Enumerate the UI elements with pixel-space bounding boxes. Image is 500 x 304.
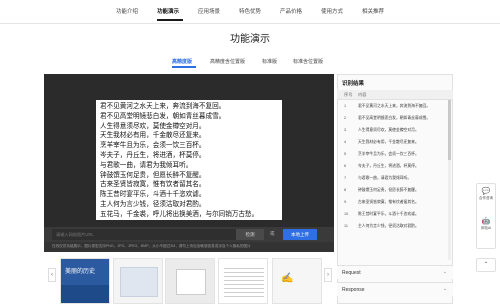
nav-item-usage[interactable]: 使用方式 (321, 7, 343, 15)
table-row: 7 与君歌一曲，请君为我倾耳听。 (344, 176, 412, 180)
tab-standard[interactable]: 标准版 (262, 58, 277, 65)
doc-line: 主人何为言少钱，径须沽取对君酌。 (100, 200, 206, 208)
back-to-top-button[interactable]: ⌃ (476, 258, 496, 272)
doc-line: 君不见黄河之水天上来，奔流到海不复回。 (100, 103, 226, 110)
table-row: 3 人生得意须尽欢，莫使金樽空对月。 (344, 128, 419, 132)
nav-item-pricing[interactable]: 产品价格 (280, 7, 302, 15)
nav-item-demo[interactable]: 功能演示 (157, 7, 179, 15)
thumb-next-button[interactable]: › (324, 268, 332, 282)
col-no-header: 序号 (344, 92, 353, 97)
request-label: Request (342, 270, 361, 276)
thumb-prev-button[interactable]: ‹ (48, 268, 56, 282)
upload-hint: 在线仅供功能展示，图片类型支持PNG、JPG、JPEG、BMP，大小不超过3M，… (52, 244, 251, 248)
nav-item-scenarios[interactable]: 应用场景 (198, 7, 220, 15)
image-url-input[interactable] (52, 229, 236, 240)
doc-line: 人生得意须尽欢，莫使金樽空对月。 (100, 122, 206, 130)
table-row: 9 古来圣贤皆寂寞，惟有饮者留其名。 (344, 200, 419, 204)
sample-thumbnail[interactable]: ✍ (272, 258, 322, 304)
chevron-down-icon: ⌄ (442, 286, 447, 292)
doc-line: 岑夫子，丹丘生，将进酒，杯莫停。 (100, 151, 206, 159)
doc-line: 与君歌一曲，请君为我倾耳听。 (100, 161, 193, 169)
response-label: Response (342, 287, 365, 293)
try-ai-button[interactable]: 🤖 体验AI (476, 218, 496, 230)
chat-icon: 💬 (481, 188, 491, 195)
consult-button[interactable]: 💬 合作咨询 (476, 188, 496, 200)
table-row: 5 烹羊宰牛且为乐，会须一饮三百杯。 (344, 152, 419, 156)
table-row: 1 君不见黄河之水天上来，奔流到海不复回。 (344, 104, 431, 108)
doc-line: 五花马，千金裘，呼儿将出换美酒，与尔同销万古愁。 (100, 210, 259, 218)
sample-thumbnail[interactable] (218, 258, 268, 304)
nav-item-features[interactable]: 功能介绍 (116, 7, 138, 15)
doc-line: 君不见高堂明镜悲白发，朝如青丝暮成雪。 (100, 112, 226, 120)
nav-item-advantages[interactable]: 特色优势 (239, 7, 261, 15)
page-title: 功能演示 (230, 34, 270, 45)
table-row: 4 天生我材必有用，千金散尽还复来。 (344, 140, 419, 144)
tab-high-precision-location[interactable]: 高精度含位置版 (210, 58, 245, 65)
doc-line: 古来圣贤皆寂寞，惟有饮者留其名。 (100, 181, 206, 189)
robot-icon: 🤖 (481, 218, 491, 225)
local-upload-button[interactable]: 本地上传 (283, 229, 317, 240)
table-row: 8 钟鼓馔玉何足贵，但愿长醉不复醒。 (344, 188, 419, 192)
result-title: 识别结果 (342, 81, 365, 87)
table-row: 6 岑夫子，丹丘生，将进酒，杯莫停。 (344, 164, 419, 168)
arrow-up-icon: ⌃ (483, 262, 489, 268)
result-scrollbar-thumb[interactable] (448, 100, 451, 160)
tab-high-precision[interactable]: 高精度版 (172, 58, 192, 65)
doc-line: 钟鼓馔玉何足贵，但愿长醉不复醒。 (100, 171, 206, 179)
doc-line: 天生我材必有用，千金散尽还复来。 (100, 132, 206, 140)
doc-line: 陈王昔时宴平乐，斗酒十千恣欢谑。 (100, 191, 206, 199)
result-table-header: 序号 内容 (337, 90, 453, 100)
doc-line: 烹羊宰牛且为乐，会须一饮三百杯。 (100, 142, 206, 150)
chevron-down-icon: ⌄ (442, 269, 447, 275)
table-row: 2 君不见高堂明镜悲白发，朝如青丝暮成雪。 (344, 116, 431, 120)
thumbnail-title: 美丽的历史 (65, 269, 96, 275)
detect-button[interactable]: 检测 (236, 229, 264, 240)
nav-active-indicator (157, 19, 183, 21)
request-accordion[interactable]: Request ⌄ (337, 265, 453, 279)
top-nav: 功能介绍 功能演示 应用场景 特色优势 产品价格 使用方式 相关推荐 (0, 0, 500, 24)
table-row: 11 主人何为言少钱，径须沽取对君酌。 (344, 224, 419, 228)
tab-active-indicator (172, 66, 196, 68)
nav-item-related[interactable]: 相关推荐 (362, 7, 384, 15)
tab-standard-location[interactable]: 标准含位置版 (293, 58, 323, 65)
document-preview: 君不见黄河之水天上来，奔流到海不复回。 君不见高堂明镜悲白发，朝如青丝暮成雪。 … (96, 100, 282, 220)
response-accordion[interactable]: Response ⌄ (337, 282, 453, 296)
sample-thumbnail[interactable] (113, 258, 163, 304)
or-label: 或 (270, 231, 275, 236)
col-text-header: 内容 (358, 92, 367, 97)
sample-thumbnail[interactable] (165, 258, 215, 304)
table-row: 10 陈王昔时宴平乐，斗酒十千恣欢谑。 (344, 212, 419, 216)
sample-thumbnail[interactable]: 美丽的历史 (60, 258, 110, 304)
